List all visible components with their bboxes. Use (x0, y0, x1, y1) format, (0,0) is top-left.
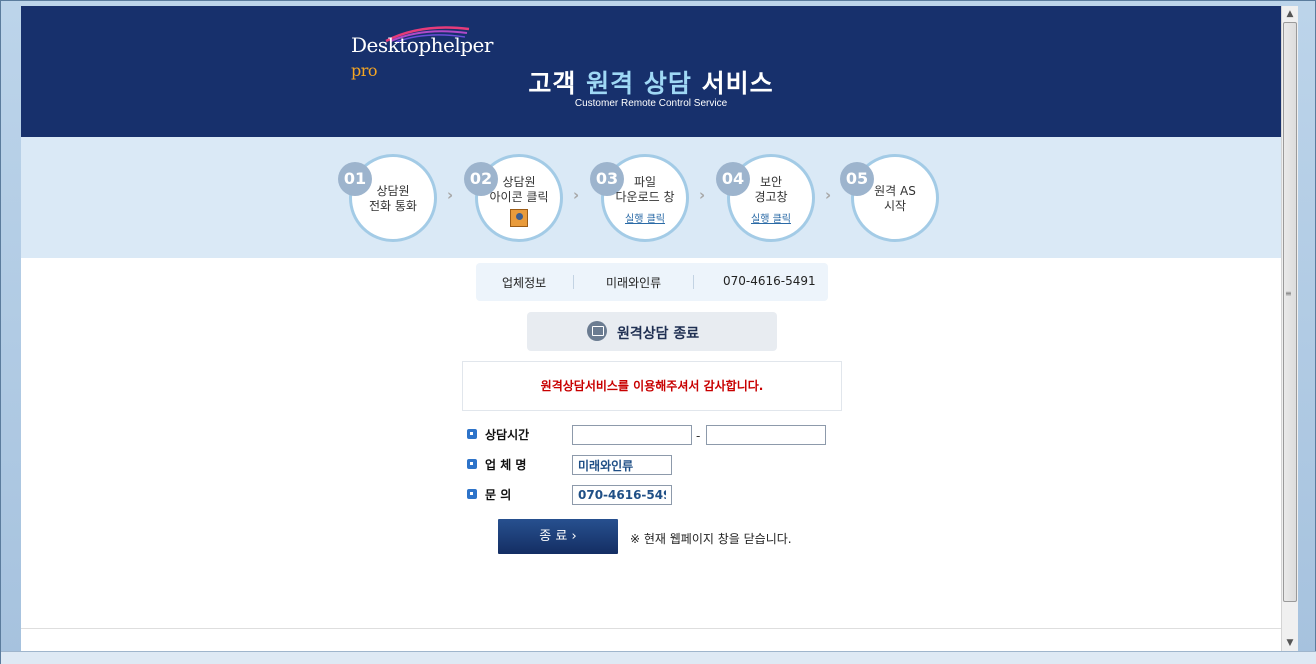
chevron-right-icon: › (573, 186, 580, 204)
company-label: 업 체 명 (485, 458, 527, 472)
step-label: 상담원 아이콘 클릭 (489, 175, 549, 204)
step-label: 보안 경고창 (754, 175, 788, 204)
steps-band: 01 상담원 전화 통화 › 02 상담원 아이콘 클릭 › 03 파일 다운로드 창 (21, 137, 1281, 258)
close-note: ※ 현재 웹페이지 창을 닫습니다. (630, 532, 792, 546)
form-row-company: 업 체 명 (467, 455, 867, 475)
step-link[interactable]: 실행 클릭 (604, 210, 686, 225)
bullet-icon (467, 459, 477, 469)
status-strip (1, 651, 1316, 664)
page-title: 고객 원격 상담 서비스 (528, 69, 774, 98)
page-subtitle: Customer Remote Control Service (574, 98, 728, 109)
time-label: 상담시간 (485, 428, 530, 442)
scrollbar-thumb[interactable] (1283, 22, 1297, 602)
contact-label: 문 의 (485, 488, 512, 502)
divider (693, 275, 694, 289)
chevron-right-icon: › (447, 186, 454, 204)
step-05: 05 원격 AS 시작 (840, 154, 939, 242)
step-label: 원격 AS 시작 (874, 184, 916, 213)
step-04: 04 보안 경고창 실행 클릭 (716, 154, 815, 242)
contact-input[interactable] (572, 485, 672, 505)
bullet-icon (467, 429, 477, 439)
chevron-right-icon: › (699, 186, 706, 204)
step-01: 01 상담원 전화 통화 (338, 154, 437, 242)
scroll-grip-icon: ≡ (1285, 289, 1292, 298)
divider (573, 275, 574, 289)
header-banner: Desktophelper pro 고객 원격 상담 서비스 Customer … (21, 6, 1281, 137)
scroll-down-icon[interactable]: ▼ (1282, 635, 1298, 651)
thanks-message: 원격상담서비스를 이용해주셔서 감사합니다. (540, 379, 764, 393)
desktophelper-logo: Desktophelper pro (351, 26, 521, 80)
agent-icon (510, 209, 528, 227)
scroll-up-icon[interactable]: ▲ (1282, 6, 1298, 22)
monitor-icon (587, 321, 607, 341)
step-label: 파일 다운로드 창 (615, 175, 675, 204)
browser-window: Desktophelper pro 고객 원격 상담 서비스 Customer … (0, 0, 1316, 664)
time-end-input[interactable] (706, 425, 826, 445)
step-label: 상담원 전화 통화 (369, 184, 417, 213)
end-button[interactable]: 종 료 › (498, 519, 618, 554)
company-input[interactable] (572, 455, 672, 475)
page-viewport: Desktophelper pro 고객 원격 상담 서비스 Customer … (21, 6, 1281, 651)
chevron-right-icon: › (825, 186, 832, 204)
end-session-header: 원격상담 종료 (527, 312, 777, 351)
footer-divider (21, 628, 1281, 629)
bullet-icon (467, 489, 477, 499)
step-02: 02 상담원 아이콘 클릭 (464, 154, 563, 242)
form-row-time: 상담시간 - (467, 425, 867, 445)
info-label: 업체정보 (502, 276, 547, 290)
step-link[interactable]: 실행 클릭 (730, 210, 812, 225)
step-03: 03 파일 다운로드 창 실행 클릭 (590, 154, 689, 242)
time-start-input[interactable] (572, 425, 692, 445)
company-info-box: 업체정보 미래와인류 070-4616-5491 (476, 263, 828, 301)
end-session-label: 원격상담 종료 (617, 326, 700, 342)
thanks-box: 원격상담서비스를 이용해주셔서 감사합니다. (462, 361, 842, 411)
vertical-scrollbar[interactable]: ▲ ≡ ▼ (1281, 6, 1298, 651)
time-separator: - (696, 429, 701, 443)
info-phone: 070-4616-5491 (723, 274, 816, 288)
form-row-contact: 문 의 (467, 485, 867, 505)
info-company: 미래와인류 (606, 276, 662, 290)
